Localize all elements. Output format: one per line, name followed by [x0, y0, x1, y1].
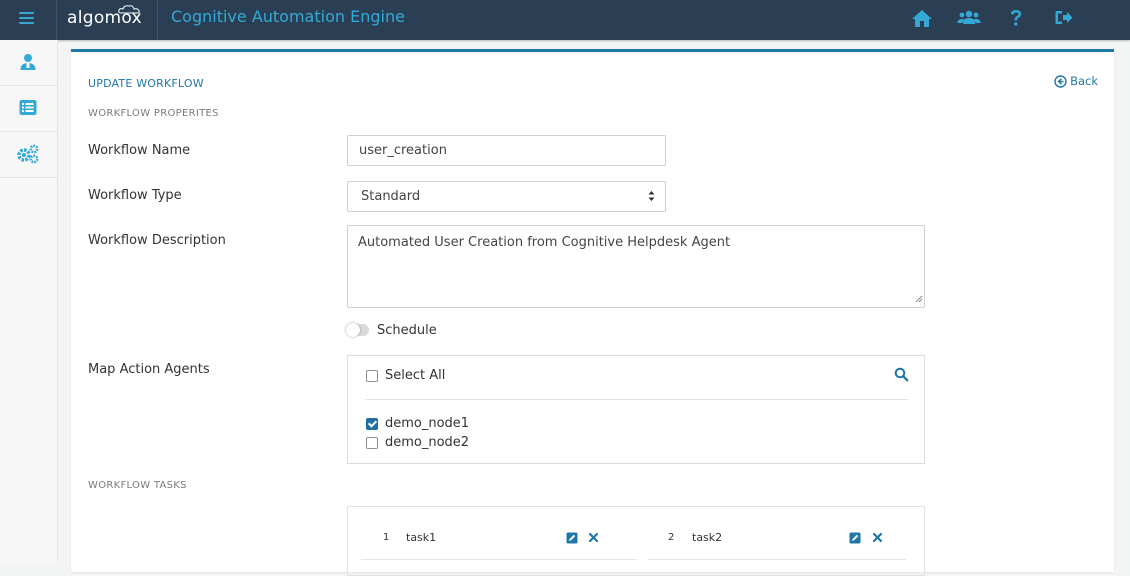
task-number: 1	[383, 532, 390, 543]
workflow-type-select[interactable]: Standard	[347, 181, 666, 212]
task-card: 2 task2	[648, 520, 906, 560]
workflow-type-value: Standard	[361, 189, 421, 204]
edit-icon[interactable]	[566, 532, 578, 544]
resize-grip-icon[interactable]	[915, 295, 923, 303]
user-icon	[20, 54, 36, 70]
list-icon	[19, 100, 37, 115]
map-action-agents-label: Map Action Agents	[88, 362, 210, 377]
help-icon[interactable]	[1008, 8, 1024, 30]
agent-label: demo_node2	[385, 435, 470, 450]
agent-label: demo_node1	[385, 416, 470, 431]
app-title: Cognitive Automation Engine	[171, 7, 405, 26]
tasks-heading: WORKFLOW TASKS	[88, 480, 187, 491]
gears-icon	[17, 144, 39, 164]
users-icon[interactable]	[957, 8, 981, 30]
delete-icon[interactable]	[872, 532, 883, 543]
sort-arrows-icon	[648, 191, 655, 201]
select-all-label: Select All	[385, 368, 446, 383]
search-icon[interactable]	[894, 367, 909, 382]
action-agents-box: Select All demo_node1 demo_node2	[347, 355, 925, 464]
task-name: task2	[692, 531, 723, 544]
properties-heading: WORKFLOW PROPERITES	[88, 108, 219, 119]
back-button[interactable]: Back	[1054, 74, 1098, 88]
workflow-description-label: Workflow Description	[88, 233, 226, 248]
hamburger-icon	[19, 12, 34, 14]
sign-out-icon[interactable]	[1054, 8, 1074, 30]
back-label: Back	[1070, 74, 1098, 88]
page-title: UPDATE WORKFLOW	[88, 77, 204, 90]
agent-checkbox-demo-node2[interactable]	[366, 437, 378, 449]
update-workflow-panel: UPDATE WORKFLOW Back WORKFLOW PROPERITES…	[71, 49, 1114, 576]
menu-toggle-button[interactable]	[0, 0, 57, 40]
edit-icon[interactable]	[849, 532, 861, 544]
top-navbar: algomox Cognitive Automation Engine	[0, 0, 1130, 40]
divider	[365, 399, 908, 400]
hamburger-icon-bar	[19, 22, 34, 24]
task-number: 2	[668, 532, 675, 543]
workflow-name-input[interactable]	[347, 135, 666, 166]
hamburger-icon-bar	[19, 17, 34, 19]
tasks-box: 1 task1 2 task2	[347, 506, 925, 576]
select-all-checkbox[interactable]	[366, 370, 378, 382]
workflow-description-textarea[interactable]: Automated User Creation from Cognitive H…	[347, 225, 925, 308]
sidebar	[0, 40, 58, 562]
logo[interactable]: algomox	[57, 0, 158, 40]
workflow-type-label: Workflow Type	[88, 188, 182, 203]
home-icon[interactable]	[911, 8, 933, 30]
schedule-label: Schedule	[377, 323, 437, 338]
task-card: 1 task1	[361, 520, 637, 560]
cloud-logo-icon	[118, 5, 140, 14]
delete-icon[interactable]	[588, 532, 599, 543]
schedule-toggle[interactable]	[346, 323, 369, 337]
toggle-knob	[346, 323, 360, 337]
task-name: task1	[406, 531, 437, 544]
sidebar-item-settings[interactable]	[0, 132, 57, 178]
arrow-circle-left-icon	[1054, 74, 1067, 88]
workflow-name-label: Workflow Name	[88, 143, 191, 158]
sidebar-item-user[interactable]	[0, 40, 57, 86]
agent-checkbox-demo-node1[interactable]	[366, 418, 378, 430]
sidebar-item-list[interactable]	[0, 86, 57, 132]
